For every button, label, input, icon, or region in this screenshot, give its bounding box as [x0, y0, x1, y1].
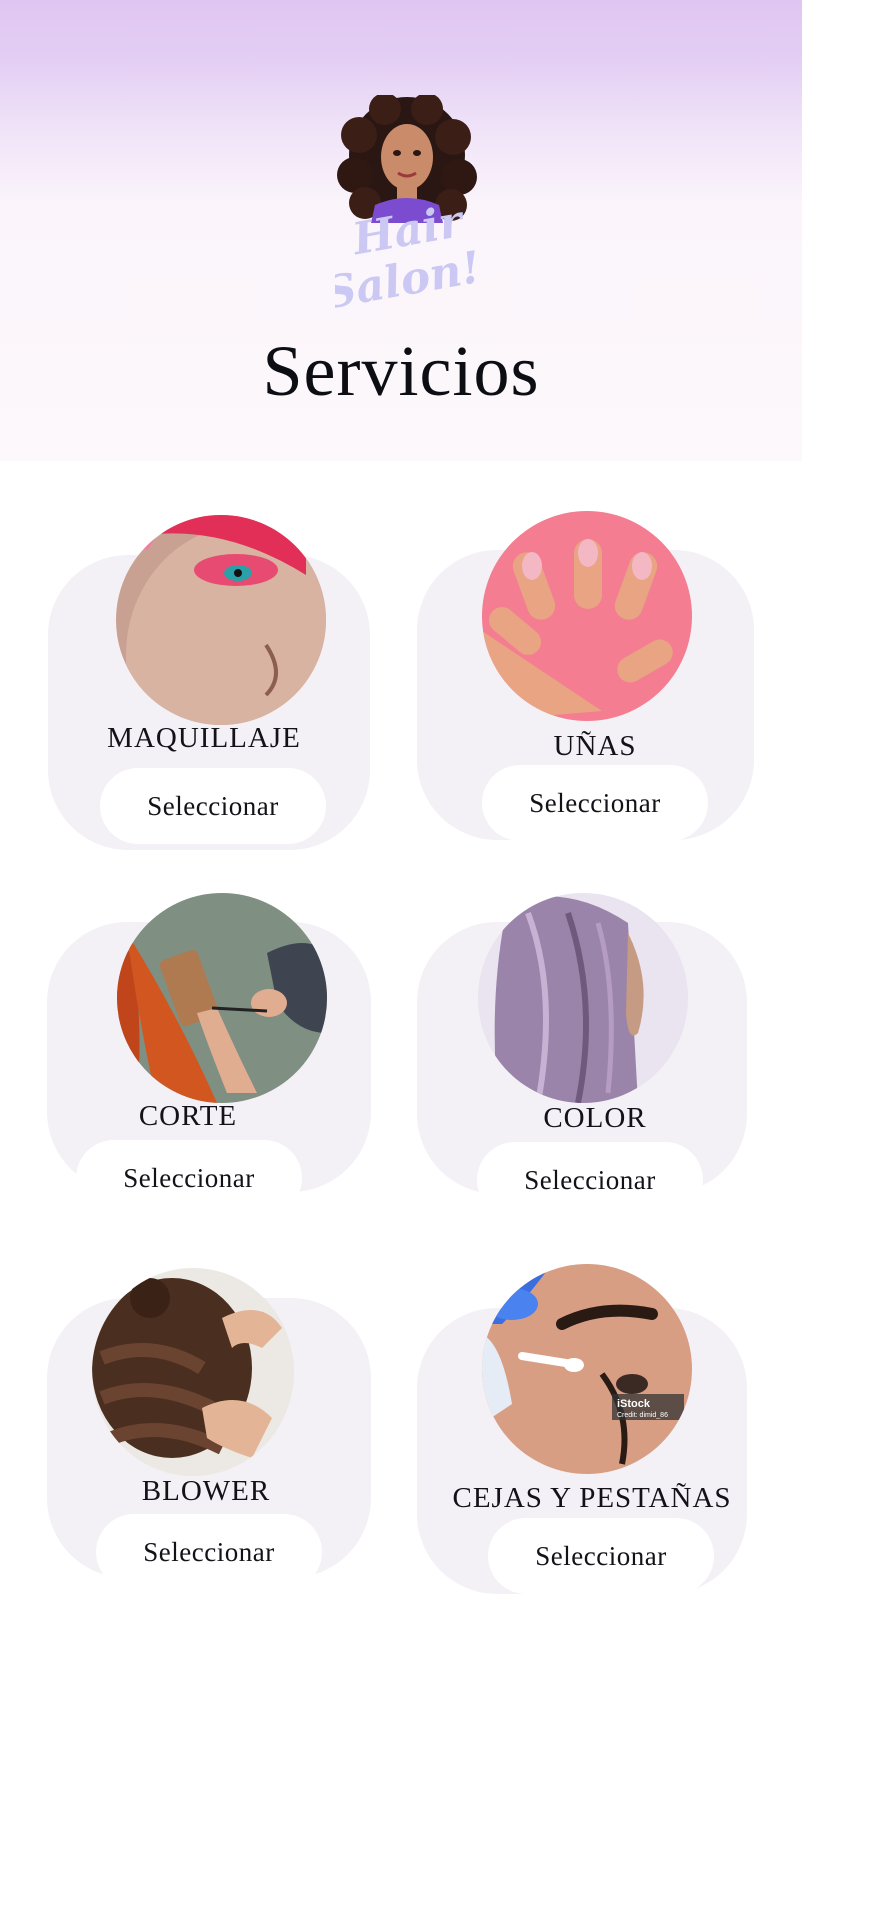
istock-credit: Credit: dimid_86	[617, 1412, 668, 1419]
select-button-cejas-pestanas[interactable]: Seleccionar	[488, 1518, 714, 1594]
select-button-unas[interactable]: Seleccionar	[482, 765, 708, 841]
nails-photo	[482, 511, 692, 721]
hair-salon-logo-icon: Hair Salon!	[335, 95, 485, 315]
service-label-blower: BLOWER	[141, 1475, 271, 1507]
select-button-color[interactable]: Seleccionar	[477, 1142, 703, 1218]
haircut-photo	[117, 893, 327, 1103]
makeup-photo	[116, 515, 326, 725]
service-label-maquillaje: MAQUILLAJE	[107, 722, 301, 754]
istock-watermark: iStock	[617, 1398, 651, 1410]
select-button-maquillaje[interactable]: Seleccionar	[100, 768, 326, 844]
service-label-cejas-pestanas: CEJAS Y PESTAÑAS	[452, 1482, 732, 1514]
brows-lashes-photo: iStock Credit: dimid_86	[482, 1264, 692, 1474]
service-label-unas: UÑAS	[553, 730, 637, 762]
header-banner: Hair Salon! Servicios	[0, 0, 802, 461]
hair-color-photo	[478, 893, 688, 1103]
select-button-corte[interactable]: Seleccionar	[76, 1140, 302, 1216]
blowout-photo	[92, 1268, 294, 1476]
service-label-color: COLOR	[543, 1102, 647, 1134]
salon-logo: Hair Salon!	[335, 95, 485, 315]
select-button-blower[interactable]: Seleccionar	[96, 1514, 322, 1590]
service-label-corte: CORTE	[138, 1100, 238, 1132]
page-title: Servicios	[262, 331, 540, 411]
